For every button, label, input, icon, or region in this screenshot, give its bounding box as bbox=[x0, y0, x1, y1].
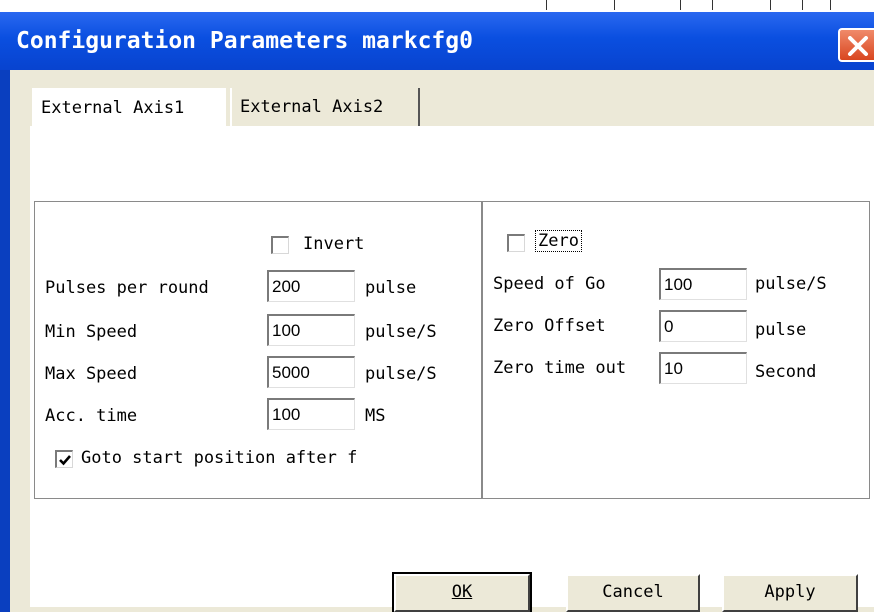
zero-offset-input[interactable]: 0 bbox=[659, 310, 747, 342]
zero-time-out-input[interactable]: 10 bbox=[659, 352, 747, 384]
zero-checkbox[interactable] bbox=[507, 234, 525, 252]
zero-offset-unit: pulse bbox=[755, 320, 807, 340]
config-dialog: Configuration Parameters markcfg0 Extern… bbox=[0, 12, 874, 612]
zero-label: Zero bbox=[535, 230, 582, 252]
min-speed-unit: pulse/S bbox=[365, 322, 437, 342]
goto-start-checkbox[interactable] bbox=[55, 450, 73, 468]
apply-button-label: Apply bbox=[764, 582, 816, 602]
zero-time-out-unit: Second bbox=[755, 362, 817, 382]
window-title: Configuration Parameters markcfg0 bbox=[16, 28, 473, 54]
tab-panel: Invert Pulses per round 200 pulse Min Sp… bbox=[30, 126, 874, 607]
zero-time-out-label: Zero time out bbox=[493, 358, 627, 378]
background-ruler bbox=[540, 0, 874, 12]
goto-start-label: Goto start position after f bbox=[81, 448, 358, 468]
min-speed-label: Min Speed bbox=[45, 322, 138, 342]
pulses-per-round-unit: pulse bbox=[365, 278, 417, 298]
zero-offset-label: Zero Offset bbox=[493, 316, 606, 336]
acc-time-unit: MS bbox=[365, 406, 386, 426]
max-speed-input[interactable]: 5000 bbox=[267, 356, 355, 388]
acc-time-label: Acc. time bbox=[45, 406, 138, 426]
invert-label: Invert bbox=[303, 234, 365, 254]
max-speed-unit: pulse/S bbox=[365, 364, 437, 384]
ok-button-label: OK bbox=[451, 582, 473, 602]
dialog-client-area: External Axis1 External Axis2 Invert Pul… bbox=[10, 70, 874, 612]
zero-settings-group: Zero Speed of Go 100 pulse/S Zero Offset… bbox=[482, 201, 870, 499]
speed-of-go-label: Speed of Go bbox=[493, 274, 606, 294]
ok-button[interactable]: OK bbox=[392, 572, 532, 612]
close-icon bbox=[848, 36, 868, 56]
apply-button[interactable]: Apply bbox=[722, 574, 858, 612]
tab-external-axis2[interactable]: External Axis2 bbox=[230, 88, 420, 126]
min-speed-input[interactable]: 100 bbox=[267, 314, 355, 346]
pulses-per-round-input[interactable]: 200 bbox=[267, 270, 355, 302]
acc-time-input[interactable]: 100 bbox=[267, 398, 355, 430]
max-speed-label: Max Speed bbox=[45, 364, 138, 384]
tab-external-axis1[interactable]: External Axis1 bbox=[32, 88, 226, 126]
invert-checkbox[interactable] bbox=[271, 236, 289, 254]
check-icon bbox=[59, 455, 71, 466]
title-bar[interactable]: Configuration Parameters markcfg0 bbox=[0, 12, 874, 70]
speed-of-go-unit: pulse/S bbox=[755, 274, 827, 294]
close-button[interactable] bbox=[838, 28, 874, 62]
cancel-button[interactable]: Cancel bbox=[566, 574, 700, 612]
cancel-button-label: Cancel bbox=[602, 582, 664, 602]
speed-of-go-input[interactable]: 100 bbox=[659, 268, 747, 300]
axis-settings-group: Invert Pulses per round 200 pulse Min Sp… bbox=[34, 201, 482, 499]
pulses-per-round-label: Pulses per round bbox=[45, 278, 209, 298]
